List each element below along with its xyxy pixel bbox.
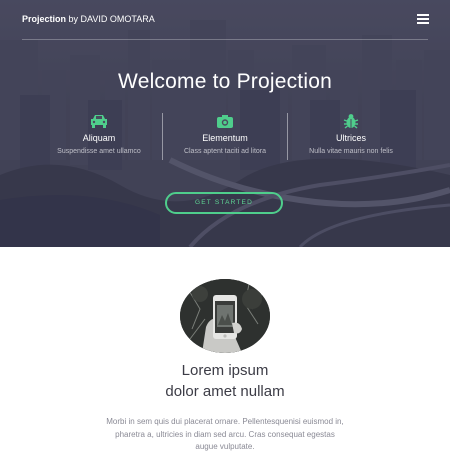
feature-subtitle: Nulla vitae mauris non felis <box>309 148 393 155</box>
feature-aliquam: Aliquam Suspendisse amet ullamco <box>29 113 169 155</box>
intro-section: Lorem ipsum dolor amet nullam Morbi in s… <box>0 247 450 451</box>
intro-paragraph: Morbi in sem quis dui placerat ornare. P… <box>106 417 344 451</box>
feature-title: Aliquam <box>82 133 116 143</box>
hand-holding-phone-image <box>180 279 270 353</box>
intro-heading: Lorem ipsum dolor amet nullam <box>0 360 450 402</box>
intro-heading-line1: Lorem ipsum <box>181 362 269 379</box>
brand-name: Projection <box>22 14 67 24</box>
feature-subtitle: Class aptent taciti ad litora <box>183 148 267 155</box>
brand-logo[interactable]: Projection by DAVID OMOTARA <box>22 14 155 24</box>
feature-ultrices: Ultrices Nulla vitae mauris non felis <box>281 113 421 155</box>
bug-icon <box>343 114 359 129</box>
feature-elementum: Elementum Class aptent taciti ad litora <box>155 113 295 155</box>
feature-subtitle: Suspendisse amet ullamco <box>57 148 141 155</box>
feature-title: Elementum <box>202 133 248 143</box>
hamburger-menu-icon[interactable] <box>417 14 429 24</box>
phone-photo-avatar <box>180 279 270 353</box>
get-started-button[interactable]: GET STARTED <box>165 192 283 214</box>
feature-title: Ultrices <box>335 133 366 143</box>
car-icon <box>91 115 107 128</box>
camera-icon <box>217 115 233 128</box>
brand-author: by DAVID OMOTARA <box>68 14 155 24</box>
nav-divider <box>22 39 428 40</box>
top-navigation-bar: Projection by DAVID OMOTARA <box>0 0 450 40</box>
hero-section: Projection by DAVID OMOTARA Welcome to P… <box>0 0 450 247</box>
intro-heading-line2: dolor amet nullam <box>165 383 285 400</box>
hero-title: Welcome to Projection <box>118 70 332 93</box>
